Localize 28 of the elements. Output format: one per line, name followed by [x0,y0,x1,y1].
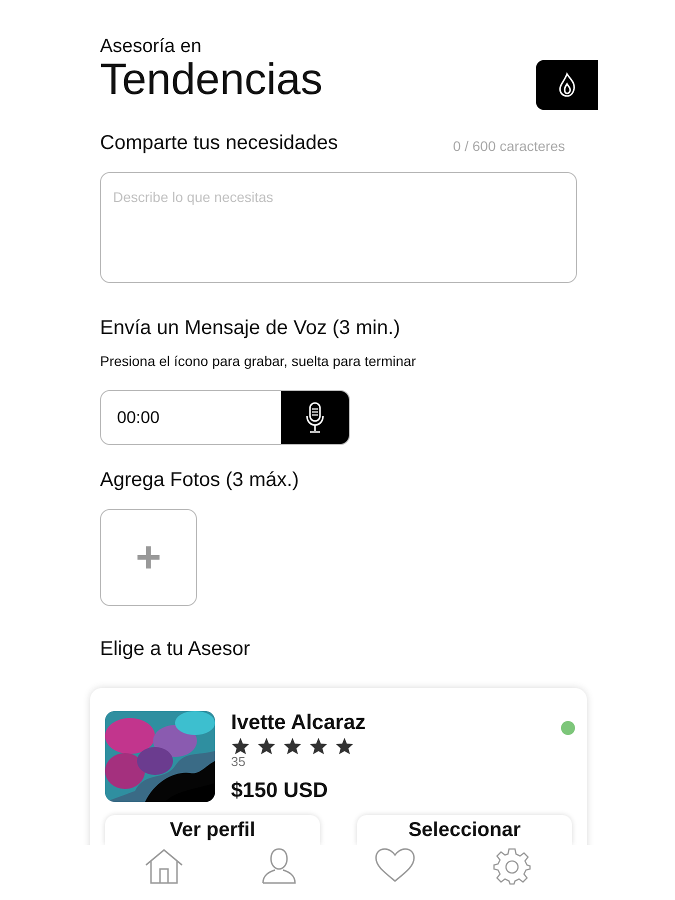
home-icon[interactable] [144,847,184,885]
trend-button[interactable] [536,60,598,110]
review-count: 35 [231,755,246,769]
advisor-action-button[interactable]: Ver perfil [105,814,320,844]
profile-icon[interactable] [260,847,297,885]
advisor-price: $150 USD [231,778,329,804]
star-icon [283,737,302,755]
heart-icon[interactable] [374,847,416,883]
advisor-name: Ivette Alcaraz [231,711,366,735]
star-icon [309,737,328,755]
character-counter: 0 / 600 caracteres [452,137,565,156]
section-label: Comparte tus necesidades [100,131,338,156]
section-label: Elige a tu Asesor [100,637,252,662]
star-icon [231,737,250,755]
section-label: Agrega Fotos (3 máx.) [100,468,300,493]
page-title: Tendencias [100,58,323,102]
voice-hint: Presiona el ícono para grabar, suelta para terminar [100,352,417,371]
star-icon [257,737,276,755]
microphone-icon [305,402,325,434]
record-button[interactable] [281,391,349,444]
star-icon [335,737,354,755]
section-label: Envía un Mensaje de Voz (3 min.) [100,316,402,341]
flame-icon [556,72,578,98]
header-subtitle: Asesoría en [100,36,202,58]
needs-field[interactable]: Describe lo que necesitas [100,172,577,283]
settings-icon[interactable] [493,847,532,885]
advisor-action-button[interactable]: Seleccionar [357,814,572,844]
recording-time: 00:00 [116,406,161,429]
